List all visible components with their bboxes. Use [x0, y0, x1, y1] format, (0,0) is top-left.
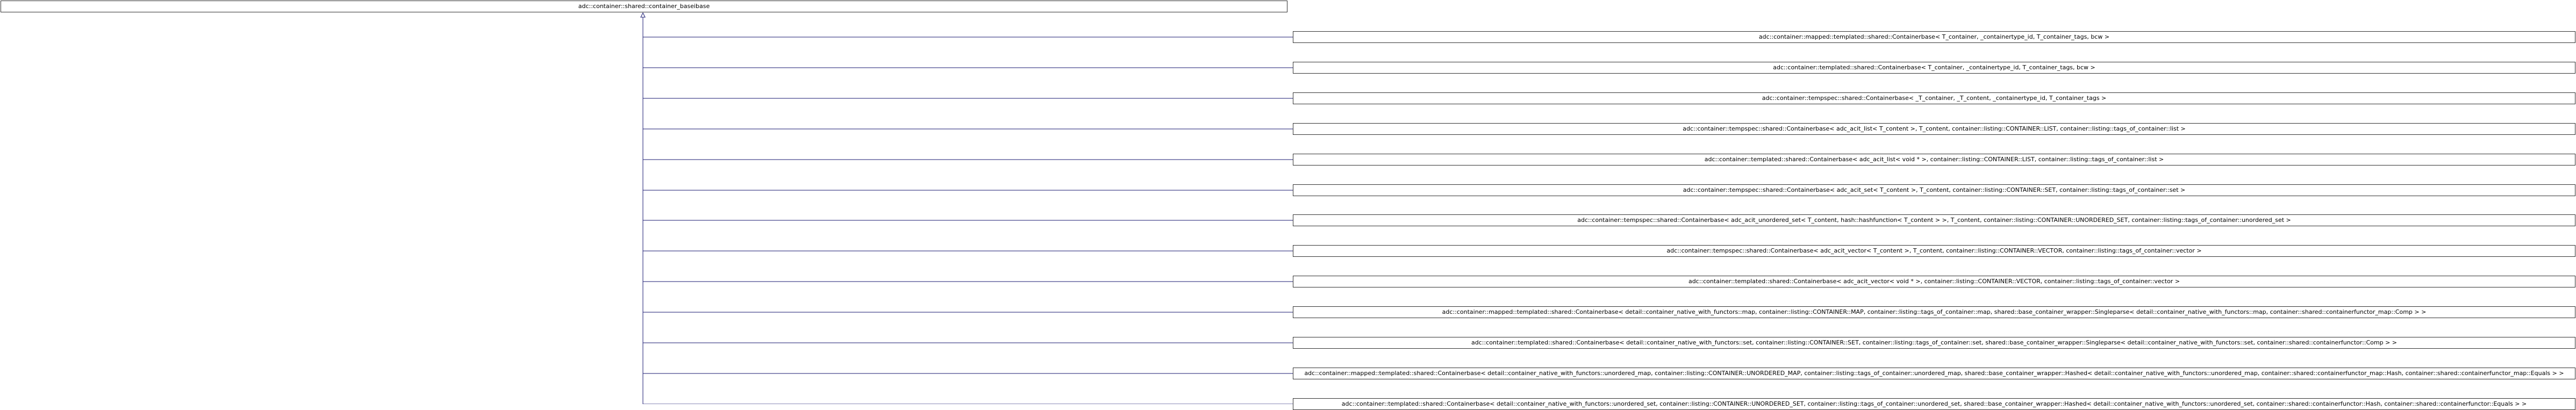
derived-class-node[interactable]: adc::container::templated::shared::Conta… — [1293, 154, 2575, 166]
derived-class-node[interactable]: adc::container::tempspec::shared::Contai… — [1293, 92, 2575, 104]
derived-class-node[interactable]: adc::container::templated::shared::Conta… — [1293, 398, 2575, 410]
inheritance-diagram: adc::container::shared::container_baseib… — [0, 0, 2576, 410]
derived-class-node[interactable]: adc::container::mapped::templated::share… — [1293, 31, 2575, 43]
derived-class-node[interactable]: adc::container::templated::shared::Conta… — [1293, 62, 2575, 74]
base-class-node[interactable]: adc::container::shared::container_baseib… — [1, 1, 1287, 12]
derived-class-node[interactable]: adc::container::templated::shared::Conta… — [1293, 276, 2575, 287]
derived-class-node[interactable]: adc::container::mapped::templated::share… — [1293, 306, 2575, 318]
derived-class-node[interactable]: adc::container::mapped::templated::share… — [1293, 368, 2575, 379]
derived-class-node[interactable]: adc::container::tempspec::shared::Contai… — [1293, 184, 2575, 196]
derived-class-node[interactable]: adc::container::tempspec::shared::Contai… — [1293, 123, 2575, 135]
derived-class-node[interactable]: adc::container::templated::shared::Conta… — [1293, 337, 2575, 349]
derived-class-node[interactable]: adc::container::tempspec::shared::Contai… — [1293, 214, 2575, 226]
derived-class-node[interactable]: adc::container::tempspec::shared::Contai… — [1293, 245, 2575, 257]
inheritance-arrow-head — [640, 12, 646, 18]
